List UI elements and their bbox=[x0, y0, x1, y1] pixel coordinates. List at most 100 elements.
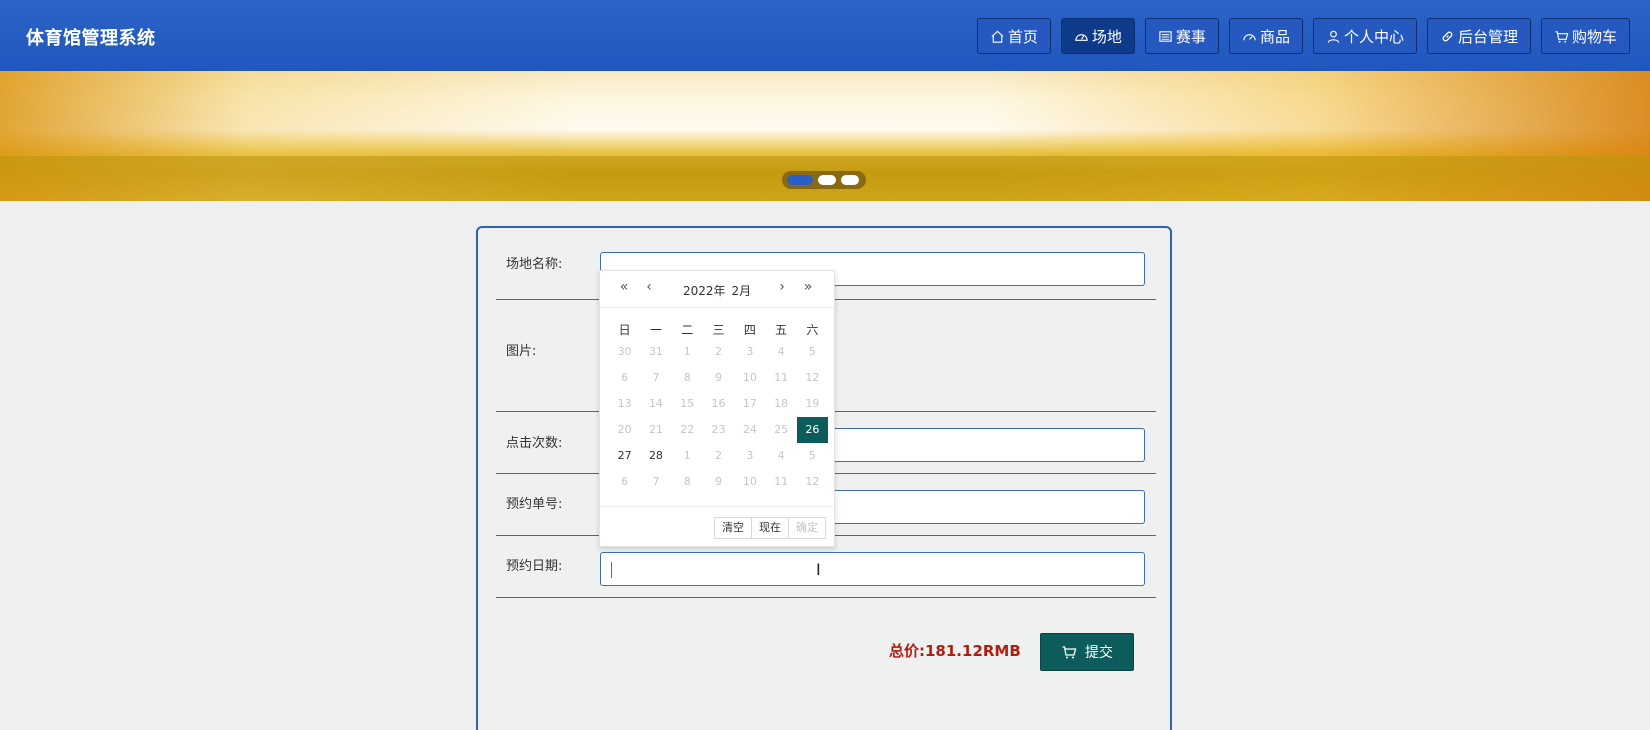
day-cell[interactable]: 15 bbox=[672, 391, 703, 417]
ibeam-cursor-icon: I bbox=[816, 560, 821, 579]
list-icon bbox=[1159, 30, 1172, 42]
venue-name-label: 场地名称: bbox=[506, 257, 563, 272]
date-label: 预约日期: bbox=[506, 559, 563, 574]
day-cell[interactable]: 20 bbox=[609, 417, 640, 443]
day-cell[interactable]: 14 bbox=[640, 391, 671, 417]
carousel-dot-2[interactable] bbox=[818, 175, 836, 185]
carousel-dot-1[interactable] bbox=[787, 175, 813, 185]
day-cell[interactable]: 9 bbox=[703, 469, 734, 495]
day-cell[interactable]: 2 bbox=[703, 339, 734, 365]
nav-home[interactable]: 首页 bbox=[976, 18, 1051, 54]
day-cell[interactable]: 27 bbox=[609, 443, 640, 469]
next-year-icon[interactable]: » bbox=[799, 279, 817, 295]
nav-cart-label: 购物车 bbox=[1571, 27, 1617, 46]
day-cell[interactable]: 10 bbox=[734, 469, 765, 495]
carousel-dot-3[interactable] bbox=[841, 175, 859, 185]
date-picker-header: « ‹ 2022年 2月 › » bbox=[600, 271, 834, 308]
day-cell[interactable]: 5 bbox=[797, 339, 828, 365]
weekday-header: 日一二三四五六 bbox=[609, 321, 828, 338]
banner-carousel bbox=[0, 71, 1650, 201]
date-picker-footer: 清空 现在 确定 bbox=[600, 506, 834, 546]
day-cell[interactable]: 13 bbox=[609, 391, 640, 417]
day-cell[interactable]: 11 bbox=[765, 469, 796, 495]
total-price: 总价:181.12RMB bbox=[889, 640, 1021, 661]
day-cell[interactable]: 4 bbox=[765, 339, 796, 365]
nav-venue[interactable]: 场地 bbox=[1060, 18, 1135, 54]
nav-profile-label: 个人中心 bbox=[1343, 27, 1404, 46]
day-cell[interactable]: 12 bbox=[797, 469, 828, 495]
nav-profile[interactable]: 个人中心 bbox=[1312, 18, 1417, 54]
day-cell[interactable]: 23 bbox=[703, 417, 734, 443]
clicks-label: 点击次数: bbox=[506, 436, 563, 451]
day-cell[interactable]: 2 bbox=[703, 443, 734, 469]
confirm-button[interactable]: 确定 bbox=[788, 517, 826, 539]
prev-year-icon[interactable]: « bbox=[615, 279, 633, 295]
day-cell[interactable]: 6 bbox=[609, 365, 640, 391]
date-input[interactable]: I bbox=[600, 552, 1145, 586]
day-cell[interactable]: 17 bbox=[734, 391, 765, 417]
day-cell[interactable]: 7 bbox=[640, 469, 671, 495]
prev-month-icon[interactable]: ‹ bbox=[640, 279, 658, 295]
next-month-icon[interactable]: › bbox=[773, 279, 791, 295]
day-cell[interactable]: 1 bbox=[672, 443, 703, 469]
day-cell[interactable]: 30 bbox=[609, 339, 640, 365]
nav-cart[interactable]: 购物车 bbox=[1540, 18, 1630, 54]
carousel-indicators bbox=[782, 171, 866, 189]
day-cell[interactable]: 6 bbox=[609, 469, 640, 495]
weekday-label: 四 bbox=[743, 323, 756, 337]
day-cell[interactable]: 10 bbox=[734, 365, 765, 391]
submit-label: 提交 bbox=[1085, 645, 1113, 661]
day-cell[interactable]: 3 bbox=[734, 339, 765, 365]
day-cell[interactable]: 5 bbox=[797, 443, 828, 469]
day-cell[interactable]: 12 bbox=[797, 365, 828, 391]
image-label: 图片: bbox=[506, 344, 537, 359]
nav-events[interactable]: 赛事 bbox=[1144, 18, 1219, 54]
nav-events-label: 赛事 bbox=[1175, 27, 1206, 46]
picker-year[interactable]: 2022年 bbox=[683, 284, 726, 298]
weekday-label: 三 bbox=[712, 323, 725, 337]
day-cell[interactable]: 24 bbox=[734, 417, 765, 443]
day-cell-selected[interactable]: 26 bbox=[796, 417, 829, 443]
day-cell[interactable]: 18 bbox=[765, 391, 796, 417]
nav-home-label: 首页 bbox=[1007, 27, 1038, 46]
nav-admin[interactable]: 后台管理 bbox=[1426, 18, 1531, 54]
weekday-label: 二 bbox=[681, 323, 694, 337]
day-cell[interactable]: 31 bbox=[640, 339, 671, 365]
picker-month[interactable]: 2月 bbox=[732, 284, 752, 298]
day-cell[interactable]: 16 bbox=[703, 391, 734, 417]
day-cell[interactable]: 28 bbox=[640, 443, 671, 469]
clear-button[interactable]: 清空 bbox=[714, 517, 752, 539]
top-header: 体育馆管理系统 首页 场地 赛事 商品 个人中心 后台管理 购物车 bbox=[0, 0, 1650, 71]
day-cell[interactable]: 8 bbox=[672, 365, 703, 391]
link-icon bbox=[1442, 31, 1453, 41]
total-price-label: 总价: bbox=[889, 642, 925, 660]
day-cell[interactable]: 4 bbox=[765, 443, 796, 469]
submit-button[interactable]: 提交 bbox=[1040, 633, 1134, 671]
site-title: 体育馆管理系统 bbox=[26, 28, 156, 49]
day-cell[interactable]: 9 bbox=[703, 365, 734, 391]
day-cell[interactable]: 7 bbox=[640, 365, 671, 391]
day-cell[interactable]: 25 bbox=[765, 417, 796, 443]
cart-icon bbox=[1555, 30, 1569, 43]
total-price-value: 181.12RMB bbox=[925, 642, 1021, 660]
weekday-label: 日 bbox=[618, 323, 631, 337]
now-button[interactable]: 现在 bbox=[751, 517, 789, 539]
nav-admin-label: 后台管理 bbox=[1457, 27, 1518, 46]
day-cell[interactable]: 11 bbox=[765, 365, 796, 391]
day-cell[interactable]: 8 bbox=[672, 469, 703, 495]
day-cell[interactable]: 19 bbox=[797, 391, 828, 417]
main-nav: 首页 场地 赛事 商品 个人中心 后台管理 购物车 bbox=[976, 18, 1630, 54]
user-icon bbox=[1327, 30, 1340, 43]
day-cell[interactable]: 1 bbox=[672, 339, 703, 365]
gauge-icon bbox=[1243, 33, 1256, 40]
day-cell[interactable]: 21 bbox=[640, 417, 671, 443]
weekday-label: 五 bbox=[775, 323, 788, 337]
nav-goods[interactable]: 商品 bbox=[1228, 18, 1303, 54]
dashboard-icon bbox=[1075, 33, 1088, 41]
day-grid: 30 31 1 2 3 4 5 6 7 8 9 10 11 12 13 14 15 16 17 18 19 20 21 22 2… bbox=[609, 339, 829, 495]
weekday-label: 一 bbox=[649, 323, 662, 337]
day-cell[interactable]: 22 bbox=[672, 417, 703, 443]
home-icon bbox=[991, 30, 1004, 43]
day-cell[interactable]: 3 bbox=[734, 443, 765, 469]
order-no-label: 预约单号: bbox=[506, 497, 563, 512]
